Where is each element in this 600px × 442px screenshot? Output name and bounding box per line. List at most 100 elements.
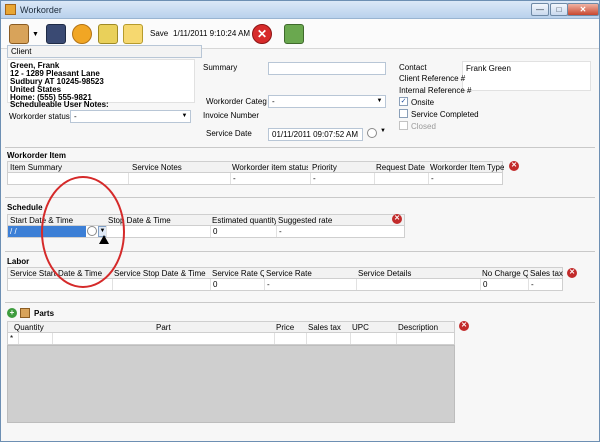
row-sales-tax-parts[interactable] xyxy=(306,333,350,344)
save-icon[interactable] xyxy=(46,24,66,44)
save-button[interactable]: Save xyxy=(150,29,168,38)
window-title: Workorder xyxy=(20,4,62,15)
workorder-window: Workorder — □ ✕ ▼ Save 1/11/2011 9:10:24… xyxy=(0,0,600,442)
print-icon[interactable] xyxy=(9,24,29,44)
minimize-button[interactable]: — xyxy=(531,3,549,16)
col-priority[interactable]: Priority xyxy=(310,162,370,173)
workorder-app-icon xyxy=(5,4,16,15)
closed-checkbox[interactable] xyxy=(399,121,408,130)
row-service-stop-date-time[interactable] xyxy=(112,279,210,290)
contact-value: Frank Green xyxy=(466,64,511,73)
toolbar-timestamp: 1/11/2011 9:10:24 AM xyxy=(173,29,251,38)
service-date-input[interactable]: 01/11/2011 09:07:52 AM xyxy=(268,128,363,141)
summary-label: Summary xyxy=(203,63,238,72)
delete-workorder-icon[interactable]: ✕ xyxy=(252,24,272,44)
row-part[interactable] xyxy=(52,333,274,344)
client-reference-label: Client Reference # xyxy=(399,74,466,83)
service-completed-checkbox[interactable] xyxy=(399,109,408,118)
col-no-charge-q[interactable]: No Charge Q xyxy=(480,268,528,279)
row-sales-tax[interactable]: - xyxy=(528,279,564,290)
contact-box[interactable]: Frank Green xyxy=(462,61,591,91)
row-description[interactable] xyxy=(396,333,456,344)
sticky-note-icon[interactable] xyxy=(123,24,143,44)
add-part-icon[interactable]: + xyxy=(7,308,17,318)
row-priority[interactable]: - xyxy=(310,173,374,184)
col-upc[interactable]: UPC xyxy=(350,322,380,333)
col-service-rate-q[interactable]: Service Rate Q xyxy=(210,268,264,279)
workorder-category-label: Workorder Categ xyxy=(206,97,267,106)
close-window-button[interactable]: ✕ xyxy=(567,3,599,16)
workorder-status-select[interactable]: - ▼ xyxy=(70,110,191,123)
row-price[interactable] xyxy=(274,333,306,344)
col-service-notes[interactable]: Service Notes xyxy=(130,162,228,173)
col-service-details[interactable]: Service Details xyxy=(356,268,478,279)
parts-title: Parts xyxy=(34,309,55,318)
row-request-date[interactable] xyxy=(374,173,428,184)
row-workorder-item-type[interactable]: - xyxy=(428,173,504,184)
row-service-rate[interactable]: - xyxy=(264,279,356,290)
row-service-details[interactable] xyxy=(356,279,480,290)
delete-labor-icon[interactable]: ✕ xyxy=(567,268,577,278)
chevron-down-icon[interactable]: ▼ xyxy=(380,128,386,134)
table-row[interactable]: * xyxy=(7,333,455,345)
summary-input[interactable] xyxy=(268,62,386,75)
workorder-category-value: - xyxy=(272,97,275,106)
onsite-label: Onsite xyxy=(411,98,435,107)
col-sales-tax[interactable]: Sales tax xyxy=(528,268,564,279)
row-no-charge-q[interactable]: 0 xyxy=(480,279,528,290)
divider xyxy=(5,302,595,303)
col-workorder-item-type[interactable]: Workorder Item Type xyxy=(428,162,504,173)
service-completed-label: Service Completed xyxy=(411,110,479,119)
print-dropdown-icon[interactable]: ▼ xyxy=(32,31,39,38)
parts-grid-header: Quantity Part Price Sales tax UPC Descri… xyxy=(7,321,455,333)
workorder-item-title: Workorder Item xyxy=(7,151,66,160)
col-item-summary[interactable]: Item Summary xyxy=(8,162,128,173)
divider xyxy=(5,147,595,148)
row-suggested-rate[interactable]: - xyxy=(276,226,386,237)
labor-title: Labor xyxy=(7,257,30,266)
service-date-label: Service Date xyxy=(206,129,252,138)
parts-grid-empty-area xyxy=(7,345,455,423)
row-service-notes[interactable] xyxy=(128,173,228,184)
client-tab[interactable]: Client xyxy=(7,45,202,58)
clock-icon[interactable] xyxy=(72,24,92,44)
workorder-status-label: Workorder status xyxy=(9,112,70,121)
col-part[interactable]: Part xyxy=(154,322,234,333)
row-service-rate-q[interactable]: 0 xyxy=(210,279,264,290)
new-row-marker: * xyxy=(10,334,14,343)
onsite-checkbox[interactable]: ✓ xyxy=(399,97,408,106)
col-price[interactable]: Price xyxy=(274,322,308,333)
delete-part-icon[interactable]: ✕ xyxy=(459,321,469,331)
row-upc[interactable] xyxy=(350,333,396,344)
chevron-down-icon[interactable]: ▼ xyxy=(180,112,189,121)
workorder-item-grid-header: Item Summary Service Notes Workorder ite… xyxy=(7,161,504,173)
workorder-category-select[interactable]: - ▼ xyxy=(268,95,386,108)
edit-notes-icon[interactable] xyxy=(98,24,118,44)
invoice-number-label: Invoice Number xyxy=(203,111,260,120)
delete-schedule-icon[interactable]: ✕ xyxy=(392,214,402,224)
row-estimated-quantity[interactable]: 0 xyxy=(210,226,276,237)
col-quantity[interactable]: Quantity xyxy=(12,322,60,333)
maximize-button[interactable]: □ xyxy=(550,3,568,16)
highlight-annotation xyxy=(41,176,125,288)
col-estimated-quantity[interactable]: Estimated quantity xyxy=(210,215,276,226)
row-workorder-item-status[interactable]: - xyxy=(230,173,310,184)
workorder-status-value: - xyxy=(74,112,77,121)
client-details: Green, Frank 12 - 1289 Pleasant Lane Sud… xyxy=(7,59,195,109)
col-service-stop-date-time[interactable]: Service Stop Date & Time xyxy=(112,268,210,279)
title-bar: Workorder — □ ✕ xyxy=(1,1,599,19)
client-schedulable-notes: Scheduleable User Notes: xyxy=(10,100,109,109)
calendar-clock-icon[interactable] xyxy=(367,128,377,138)
parts-box-icon xyxy=(20,308,30,318)
col-service-rate[interactable]: Service Rate xyxy=(264,268,356,279)
delete-item-icon[interactable]: ✕ xyxy=(509,161,519,171)
contact-label: Contact xyxy=(399,63,427,72)
tools-icon[interactable] xyxy=(284,24,304,44)
chevron-down-icon[interactable]: ▼ xyxy=(375,97,384,106)
row-quantity[interactable] xyxy=(18,333,52,344)
col-workorder-item-status[interactable]: Workorder item status xyxy=(230,162,308,173)
col-sales-tax-parts[interactable]: Sales tax xyxy=(306,322,350,333)
col-suggested-rate[interactable]: Suggested rate xyxy=(276,215,386,226)
col-description[interactable]: Description xyxy=(396,322,456,333)
col-request-date[interactable]: Request Date xyxy=(374,162,426,173)
